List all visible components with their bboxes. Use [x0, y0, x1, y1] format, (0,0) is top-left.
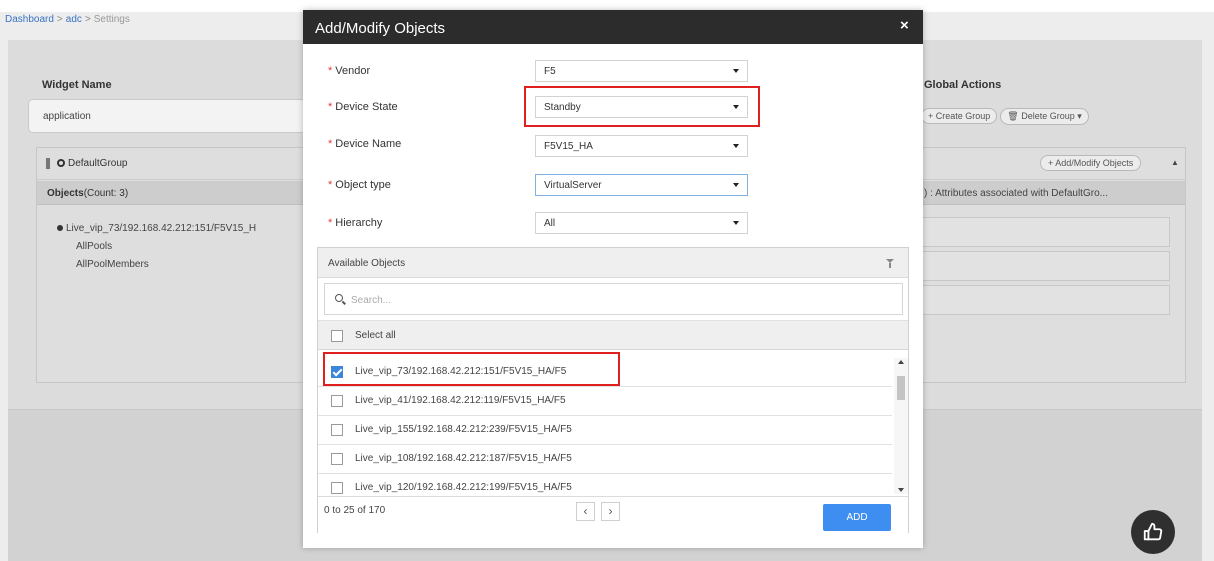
breadcrumb-dashboard[interactable]: Dashboard: [5, 14, 54, 25]
hierarchy-value: All: [544, 218, 556, 229]
device-state-label-text: Device State: [335, 101, 398, 113]
device-state-label: * Device State: [328, 101, 398, 113]
pagination-range: 0 to 25 of 170: [324, 505, 386, 516]
widget-name-label: Widget Name: [42, 79, 112, 91]
breadcrumb-adc[interactable]: adc: [66, 14, 82, 25]
select-all-checkbox[interactable]: [331, 330, 343, 342]
add-modify-objects-button[interactable]: + Add/Modify Objects: [1040, 155, 1142, 171]
device-state-highlight: [524, 86, 760, 127]
object-tree: Live_vip_73/192.168.42.212:151/F5V15_H A…: [57, 222, 256, 272]
breadcrumb-separator: >: [56, 14, 63, 25]
item-label: Live_vip_108/192.168.42.212:187/F5V15_HA…: [355, 453, 572, 464]
modal-title: Add/Modify Objects: [315, 20, 446, 37]
tree-child[interactable]: AllPoolMembers: [57, 258, 256, 272]
select-all-row[interactable]: Select all: [318, 320, 908, 350]
available-objects-title: Available Objects: [328, 258, 406, 269]
breadcrumb-settings: Settings: [93, 14, 130, 25]
tree-root-label: Live_vip_73/192.168.42.212:151/F5V15_H: [66, 223, 257, 234]
required-marker: *: [328, 217, 333, 229]
selected-item-highlight: [323, 352, 620, 386]
search-field[interactable]: [324, 283, 903, 315]
object-type-value: VirtualServer: [544, 180, 602, 191]
list-footer: 0 to 25 of 170 ‹ › ADD: [318, 496, 908, 533]
group-radio-icon[interactable]: [57, 159, 65, 167]
attributes-text: ) : Attributes associated with DefaultGr…: [924, 188, 1108, 199]
hierarchy-label: * Hierarchy: [328, 217, 382, 229]
create-group-button[interactable]: + Create Group: [921, 108, 998, 124]
item-checkbox[interactable]: [331, 424, 343, 436]
list-item[interactable]: Live_vip_108/192.168.42.212:187/F5V15_HA…: [318, 445, 892, 474]
search-icon: [335, 294, 343, 302]
search-input[interactable]: [351, 292, 891, 308]
scroll-thumb[interactable]: [897, 376, 905, 400]
vendor-select[interactable]: F5: [535, 60, 748, 82]
drag-handle-icon[interactable]: [46, 158, 50, 169]
attribute-row[interactable]: [920, 217, 1170, 247]
scroll-down-icon[interactable]: [898, 488, 904, 492]
hierarchy-select[interactable]: All: [535, 212, 748, 234]
item-checkbox[interactable]: [331, 395, 343, 407]
required-marker: *: [328, 138, 333, 150]
object-type-label-text: Object type: [335, 179, 391, 191]
item-label: Live_vip_41/192.168.42.212:119/F5V15_HA/…: [355, 395, 566, 406]
item-label: Live_vip_155/192.168.42.212:239/F5V15_HA…: [355, 424, 572, 435]
attribute-row[interactable]: [920, 251, 1170, 281]
delete-group-button[interactable]: 🗑 Delete Group ▾: [1000, 108, 1089, 125]
required-marker: *: [328, 179, 333, 191]
vendor-label: * Vendor: [328, 65, 370, 77]
collapse-caret-icon[interactable]: ▲: [1171, 158, 1179, 167]
device-name-label: * Device Name: [328, 138, 401, 150]
breadcrumb: Dashboard > adc > Settings: [5, 14, 130, 25]
dropdown-arrow-icon: [733, 183, 739, 187]
widget-name-field[interactable]: application: [28, 99, 318, 133]
device-name-select[interactable]: F5V15_HA: [535, 135, 748, 157]
required-marker: *: [328, 101, 333, 113]
objects-title: Objects(Count: 3): [47, 188, 128, 199]
global-actions-label: Global Actions: [924, 79, 1002, 91]
device-name-value: F5V15_HA: [544, 141, 593, 152]
attribute-row[interactable]: [920, 285, 1170, 315]
list-item[interactable]: Live_vip_41/192.168.42.212:119/F5V15_HA/…: [318, 387, 892, 416]
close-icon[interactable]: ×: [900, 17, 909, 34]
list-scrollbar[interactable]: [894, 358, 908, 494]
group-name: DefaultGroup: [68, 158, 128, 169]
modal-header: Add/Modify Objects ×: [303, 10, 923, 44]
list-item[interactable]: Live_vip_120/192.168.42.212:199/F5V15_HA…: [318, 474, 892, 494]
list-item[interactable]: Live_vip_155/192.168.42.212:239/F5V15_HA…: [318, 416, 892, 445]
thumbs-up-icon: [1143, 522, 1163, 541]
hierarchy-label-text: Hierarchy: [335, 217, 383, 229]
objects-count: (Count: 3): [83, 188, 129, 199]
object-type-label: * Object type: [328, 179, 391, 191]
object-type-select[interactable]: VirtualServer: [535, 174, 748, 196]
available-objects-header: Available Objects: [318, 248, 908, 278]
vendor-label-text: Vendor: [335, 65, 371, 77]
breadcrumb-separator: >: [84, 14, 91, 25]
item-label: Live_vip_120/192.168.42.212:199/F5V15_HA…: [355, 482, 572, 493]
item-checkbox[interactable]: [331, 453, 343, 465]
tree-child[interactable]: AllPools: [57, 240, 256, 254]
required-marker: *: [328, 65, 333, 77]
dropdown-arrow-icon: [733, 221, 739, 225]
add-button[interactable]: ADD: [823, 504, 891, 531]
objects-title-label: Objects: [47, 188, 84, 199]
item-checkbox[interactable]: [331, 482, 343, 494]
dropdown-arrow-icon: [733, 144, 739, 148]
next-page-button[interactable]: ›: [601, 502, 620, 521]
device-name-label-text: Device Name: [335, 138, 402, 150]
global-actions: + Create Group 🗑 Delete Group ▾: [921, 108, 1092, 125]
bullet-icon: [57, 225, 63, 232]
vendor-value: F5: [544, 66, 556, 77]
widget-name-value: application: [43, 111, 91, 122]
feedback-button[interactable]: [1131, 510, 1175, 554]
scroll-up-icon[interactable]: [898, 360, 904, 364]
prev-page-button[interactable]: ‹: [576, 502, 595, 521]
tree-root[interactable]: Live_vip_73/192.168.42.212:151/F5V15_H: [57, 222, 256, 236]
available-objects-panel: Available Objects Select all Live_vip_73…: [317, 247, 909, 533]
select-all-label: Select all: [355, 330, 396, 341]
filter-icon[interactable]: [886, 259, 894, 268]
dropdown-arrow-icon: [733, 69, 739, 73]
add-modify-objects-modal: Add/Modify Objects × * Vendor F5 * Device …: [303, 10, 923, 548]
